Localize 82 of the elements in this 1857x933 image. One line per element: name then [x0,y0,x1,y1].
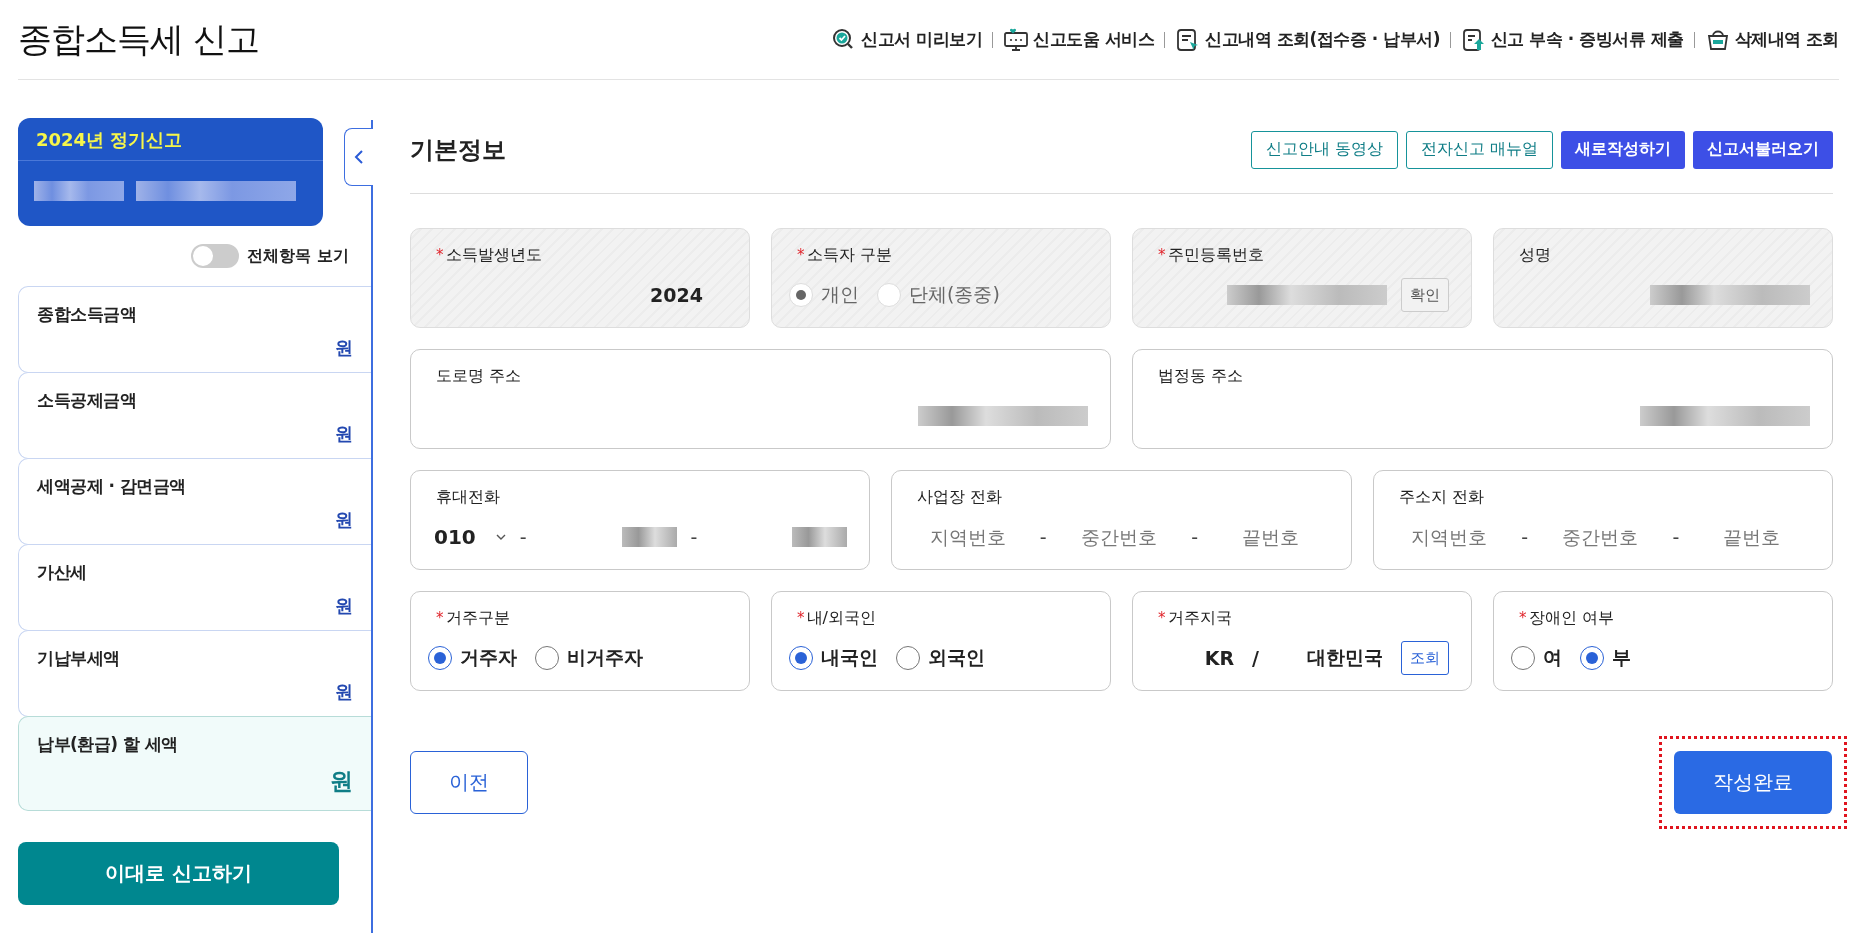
confirm-button[interactable]: 확인 [1401,278,1449,312]
separator-text: - [1521,526,1529,548]
unit-label: 원 [334,422,353,446]
radio-button[interactable] [1580,646,1604,670]
field-label: *소득자 구분 [797,245,892,266]
card-title: 2024년 정기신고 [18,118,323,161]
complete-button[interactable]: 작성완료 [1674,751,1832,814]
monitor-heart-icon [1003,26,1030,53]
country-name: 대한민국 [1307,645,1383,670]
option-label: 거주자 [460,645,517,670]
separator-text: - [1672,526,1680,548]
unit-label: 원 [334,336,353,360]
header-link[interactable]: 삭제내역 조회 [1704,26,1839,53]
field-label: *거주구분 [436,608,510,629]
summary-item[interactable]: 납부(환급) 할 세액 원 [18,716,371,811]
field-label: *소득발생년도 [436,245,542,266]
field-label: 사업장 전화 [917,487,1003,508]
radio-button[interactable] [896,646,920,670]
lookup-button[interactable]: 조회 [1401,641,1449,675]
page-title: 종합소득세 신고 [18,17,259,61]
unit-label: 원 [334,594,353,618]
chevron-left-icon [353,149,365,165]
field-label: 법정동 주소 [1158,366,1244,387]
toolbar-button[interactable]: 신고서불러오기 [1693,130,1833,169]
item-label: 가산세 [37,561,88,584]
unit-label: 원 [329,767,353,796]
field-label: 도로명 주소 [436,366,522,387]
option-label: 부 [1612,645,1631,670]
option-label: 단체(종중) [909,282,1000,307]
caret-icon [495,534,506,540]
separator-text: - [690,526,698,548]
header-link[interactable]: 신고 부속 · 증빙서류 제출 [1460,26,1684,53]
radio-button[interactable] [428,646,452,670]
unit-label: 원 [334,680,353,704]
radio-button[interactable] [789,646,813,670]
header-link[interactable]: 신고서 미리보기 [831,26,983,53]
separator-text: - [1191,526,1199,548]
phone-input[interactable]: 중간번호 [1060,525,1178,549]
collapse-button[interactable] [344,128,373,186]
option-label: 외국인 [928,645,985,670]
option-label: 개인 [821,282,859,307]
field-label: 성명 [1519,245,1551,266]
field-label: *장애인 여부 [1519,608,1614,629]
field-label: *주민등록번호 [1158,245,1264,266]
option-label: 여 [1543,645,1562,670]
toolbar-button[interactable]: 전자신고 매뉴얼 [1405,130,1553,169]
summary-item[interactable]: 종합소득금액 원 [18,286,371,373]
header-link[interactable]: 신고도움 서비스 [1003,26,1155,53]
item-label: 기납부세액 [37,647,121,670]
submit-button[interactable]: 이대로 신고하기 [18,842,339,905]
radio-button[interactable] [1511,646,1535,670]
phone-input[interactable]: 끝번호 [1693,525,1810,549]
toolbar-button[interactable]: 새로작성하기 [1561,130,1685,169]
phone-input[interactable]: 지역번호 [909,525,1026,549]
field-label: 주소지 전화 [1398,487,1484,508]
toolbar-button[interactable]: 신고안내 동영상 [1250,130,1398,169]
option-label: 내국인 [821,645,878,670]
toggle-switch[interactable] [191,244,240,268]
item-label: 세액공제 · 감면금액 [37,475,187,498]
item-label: 소득공제금액 [37,389,137,412]
radio-button[interactable] [535,646,559,670]
phone-input[interactable]: 중간번호 [1542,525,1659,549]
separator-text: / [1252,647,1259,669]
toggle-label: 전체항목 보기 [247,245,349,267]
phone-input[interactable]: 지역번호 [1390,525,1508,549]
unit-label: 원 [334,508,353,532]
separator-text: - [519,526,527,548]
option-label: 비거주자 [567,645,643,670]
header-link[interactable]: 신고내역 조회(접수증 · 납부서) [1175,26,1440,53]
document-upload-icon [1460,26,1487,53]
separator-text: - [1039,526,1047,548]
item-label: 종합소득금액 [37,303,137,326]
item-label: 납부(환급) 할 세액 [37,733,179,756]
field-label: *거주지국 [1158,608,1232,629]
field-value: 2024 [650,284,703,306]
section-title: 기본정보 [410,134,506,166]
field-label: 휴대전화 [436,487,500,508]
previous-button[interactable]: 이전 [410,751,528,814]
prefix-select[interactable]: 010 [428,525,506,549]
phone-input[interactable]: 끝번호 [1212,525,1329,549]
country-code: KR [1204,647,1235,669]
field-label: *내/외국인 [797,608,876,629]
